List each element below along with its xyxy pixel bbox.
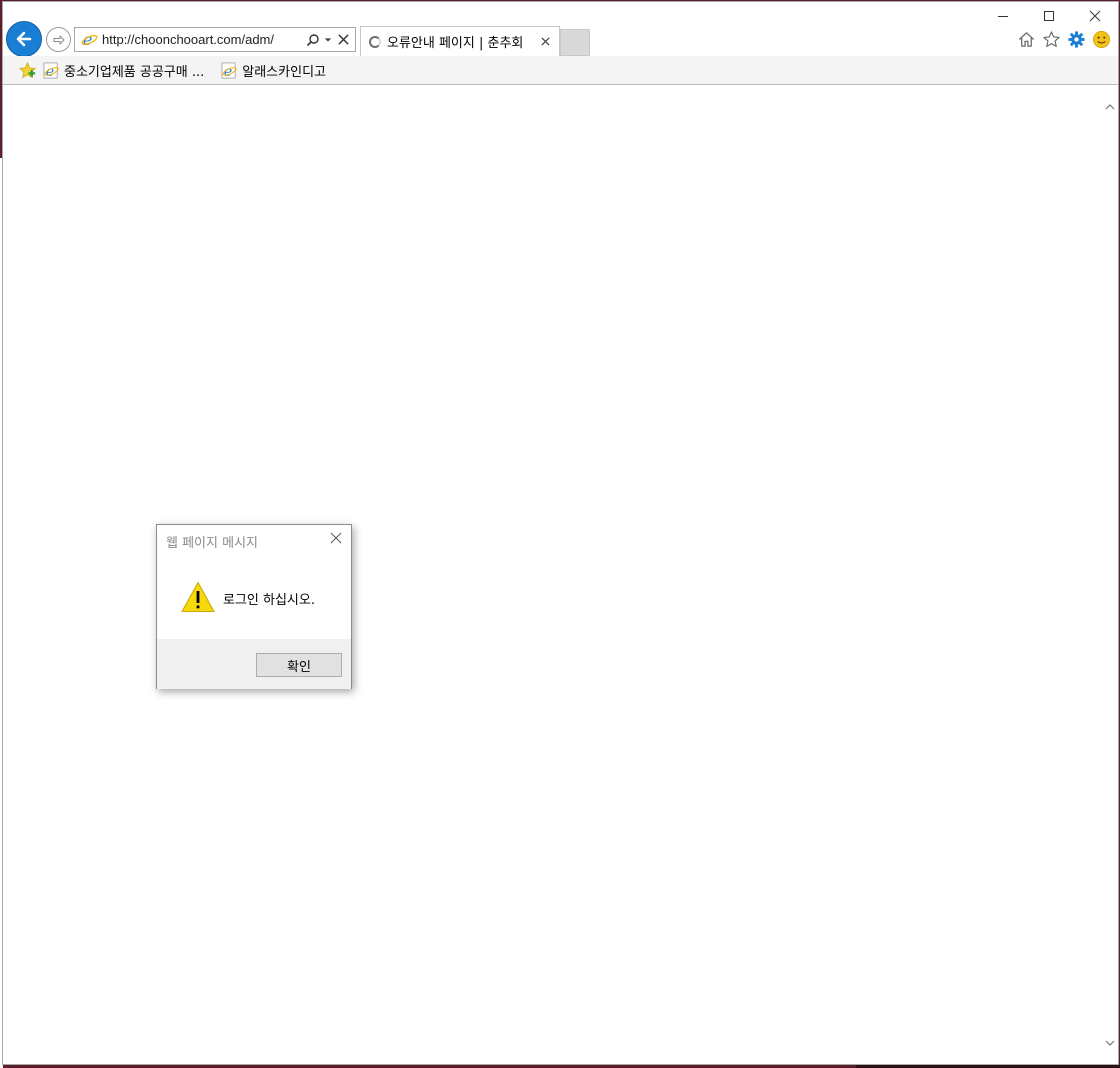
forward-button[interactable] xyxy=(46,27,71,52)
command-icons xyxy=(1016,29,1112,50)
warning-icon xyxy=(181,581,215,612)
vertical-scrollbar[interactable] xyxy=(1101,86,1118,1064)
ie-icon: e xyxy=(42,61,60,79)
scroll-up-icon[interactable] xyxy=(1103,100,1116,113)
address-url[interactable]: http://choonchooart.com/adm/ xyxy=(102,32,304,47)
ie-icon: e xyxy=(80,31,98,49)
close-icon[interactable] xyxy=(537,34,553,50)
maximize-icon xyxy=(1044,11,1054,21)
ok-button[interactable]: 확인 xyxy=(256,653,342,677)
address-bar[interactable]: e http://choonchooart.com/adm/ xyxy=(74,27,356,52)
svg-text:e: e xyxy=(45,64,53,79)
tools-button[interactable] xyxy=(1066,29,1087,50)
add-favorites-icon[interactable] xyxy=(16,59,38,81)
tab-title: 오류안내 페이지 | 춘추회 xyxy=(387,36,524,51)
stop-icon[interactable] xyxy=(334,30,352,50)
gear-icon xyxy=(1068,31,1085,48)
minimize-icon xyxy=(998,16,1008,17)
smiley-icon xyxy=(1093,31,1110,48)
navigation-bar: e http://choonchooart.com/adm/ 오류안내 페이지 … xyxy=(3,2,1118,57)
favorite-link[interactable]: e 중소기업제품 공공구매 ... xyxy=(42,61,204,80)
back-arrow-icon xyxy=(16,31,32,47)
minimize-button[interactable] xyxy=(980,2,1026,30)
favorites-button[interactable] xyxy=(1041,29,1062,50)
svg-text:e: e xyxy=(224,64,232,79)
home-icon xyxy=(1018,32,1035,47)
favorites-bar: e 중소기업제품 공공구매 ... e 알래스카인디고 xyxy=(3,56,1118,85)
close-icon xyxy=(1089,10,1101,22)
favorite-link[interactable]: e 알래스카인디고 xyxy=(220,61,326,80)
search-icon[interactable] xyxy=(304,30,322,50)
dialog-footer: 확인 xyxy=(157,639,351,689)
favorite-label: 알래스카인디고 xyxy=(242,64,326,80)
scroll-down-icon[interactable] xyxy=(1103,1036,1116,1049)
ie-icon: e xyxy=(220,61,238,79)
window-controls xyxy=(980,2,1118,30)
forward-arrow-icon xyxy=(53,35,64,44)
dialog-message: 로그인 하십시오. xyxy=(223,593,315,608)
dialog-title: 웹 페이지 메시지 xyxy=(166,536,258,551)
feedback-button[interactable] xyxy=(1091,29,1112,50)
maximize-button[interactable] xyxy=(1026,2,1072,30)
close-window-button[interactable] xyxy=(1072,2,1118,30)
message-dialog: 웹 페이지 메시지 로그인 하십시오. 확인 xyxy=(156,524,352,689)
close-icon xyxy=(330,532,342,544)
back-button[interactable] xyxy=(6,21,42,57)
loading-icon xyxy=(369,35,381,48)
tab-active[interactable]: 오류안내 페이지 | 춘추회 xyxy=(360,26,560,56)
new-tab-button[interactable] xyxy=(560,29,590,56)
home-button[interactable] xyxy=(1016,29,1037,50)
favorite-label: 중소기업제품 공공구매 ... xyxy=(64,64,205,80)
star-icon xyxy=(1043,31,1060,48)
dialog-close-button[interactable] xyxy=(329,531,343,545)
dropdown-icon[interactable] xyxy=(322,30,334,50)
